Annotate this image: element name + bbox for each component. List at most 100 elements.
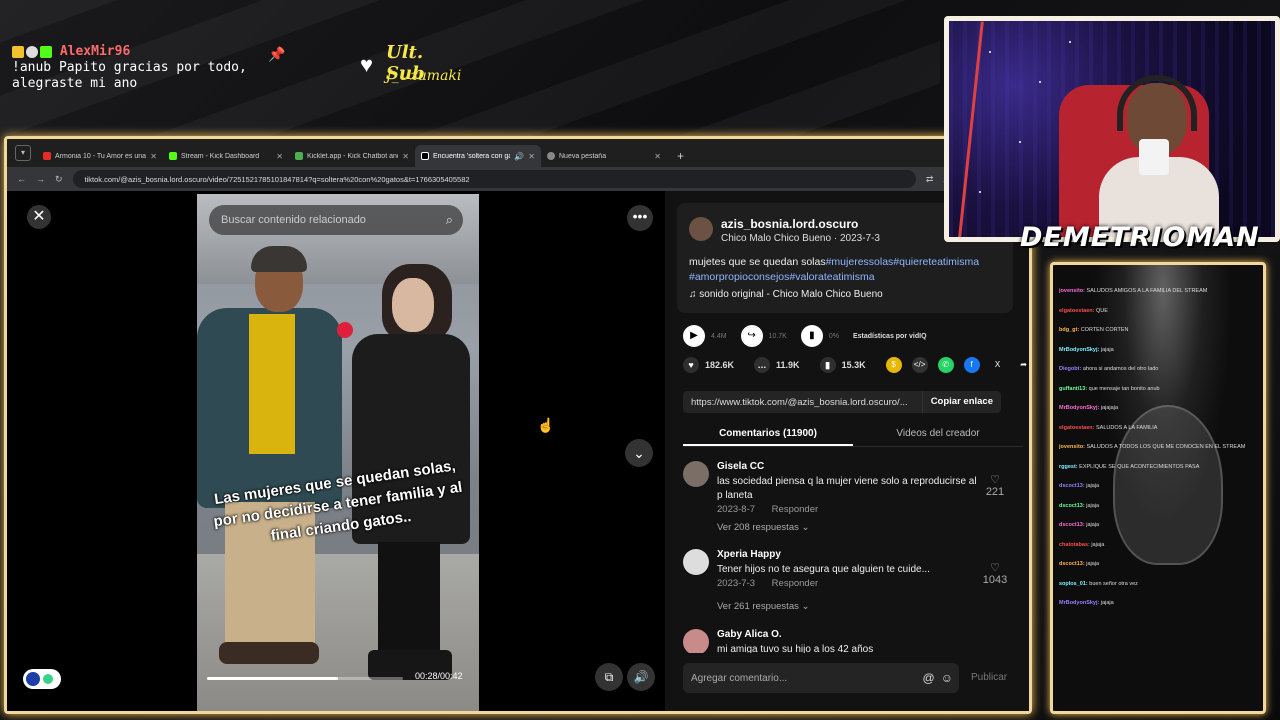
comment-item: Xperia Happy Tener hijos no te asegura q… bbox=[683, 549, 1013, 629]
reply-button[interactable]: Responder bbox=[772, 504, 818, 515]
share-arrow-icon[interactable]: ↪ bbox=[740, 325, 763, 347]
tab-favicon bbox=[421, 152, 429, 160]
commenter-avatar[interactable] bbox=[683, 461, 709, 487]
ext-label[interactable]: Estadísticas por vidIQ bbox=[853, 333, 927, 340]
chat-line-user[interactable]: jovensito: bbox=[1059, 444, 1087, 450]
view-replies-button[interactable]: Ver 261 respuestas ⌄ bbox=[717, 601, 809, 612]
video-progress-bar[interactable] bbox=[207, 677, 403, 680]
tab-search-icon[interactable]: ▾ bbox=[15, 145, 31, 161]
woman-face bbox=[392, 278, 434, 332]
likes-stat[interactable]: ♥ 182.6K bbox=[683, 357, 734, 373]
tab-title: Encuentra 'soltera con gat bbox=[433, 152, 511, 160]
close-icon[interactable]: ✕ bbox=[276, 152, 283, 161]
comment-meta: 2023-8-7 Responder bbox=[717, 504, 832, 515]
commenter-name[interactable]: Gaby Alica O. bbox=[717, 629, 782, 640]
embed-icon[interactable]: </> bbox=[911, 357, 928, 373]
chat-line-user[interactable]: dscoct13: bbox=[1059, 483, 1086, 489]
tab-comments[interactable]: Comentarios (11900) bbox=[683, 423, 853, 446]
sound-link[interactable]: ♫ sonido original - Chico Malo Chico Bue… bbox=[689, 289, 883, 300]
commenter-name[interactable]: Gisela CC bbox=[717, 461, 764, 472]
close-icon[interactable]: ✕ bbox=[402, 152, 409, 161]
commenter-name[interactable]: Xperia Happy bbox=[717, 549, 781, 560]
chat-line-user[interactable]: MrBodyonSkyj: bbox=[1059, 405, 1101, 411]
tab-creator-videos[interactable]: Videos del creador bbox=[853, 423, 1023, 446]
emoji-icon[interactable]: ☺ bbox=[941, 671, 953, 685]
chat-line-user[interactable]: chatotabas: bbox=[1059, 542, 1091, 548]
publish-button[interactable]: Publicar bbox=[971, 672, 1007, 683]
volume-button[interactable]: 🔊 bbox=[627, 663, 655, 691]
url-input[interactable]: tiktok.com/@azis_bosnia.lord.oscuro/vide… bbox=[72, 170, 916, 188]
next-video-button[interactable]: ⌄ bbox=[625, 439, 653, 467]
share-icon[interactable]: ➦ bbox=[1016, 357, 1029, 373]
new-tab-icon[interactable]: + bbox=[677, 149, 684, 163]
back-icon[interactable]: ← bbox=[17, 174, 26, 184]
chat-line-user[interactable]: jovensito: bbox=[1059, 288, 1087, 294]
author-name[interactable]: azis_bosnia.lord.oscuro bbox=[721, 217, 858, 231]
translate-icon[interactable]: ⇄ bbox=[926, 174, 934, 185]
tab-1[interactable]: Stream - Kick Dashboard ✕ bbox=[163, 145, 289, 167]
facebook-icon[interactable]: f bbox=[963, 357, 980, 373]
chat-line-user[interactable]: elgatoestaen: bbox=[1059, 308, 1096, 314]
author-avatar[interactable] bbox=[689, 217, 713, 241]
tab-0[interactable]: Armonia 10 - Tu Amor es una ✕ bbox=[37, 145, 163, 167]
tab-title: Kicklet.app - Kick Chatbot and bbox=[307, 152, 399, 160]
related-search-input[interactable]: Buscar contenido relacionado ⌕ bbox=[209, 205, 463, 235]
share-link-text[interactable]: https://www.tiktok.com/@azis_bosnia.lord… bbox=[691, 397, 922, 408]
pip-button[interactable]: ⧉ bbox=[595, 663, 623, 691]
chat-line-user[interactable]: elgatoestaen: bbox=[1059, 425, 1096, 431]
star-light bbox=[989, 51, 991, 53]
comment-input[interactable]: Agregar comentario... @ ☺ bbox=[683, 663, 959, 693]
bar-chart-icon[interactable]: ▮ bbox=[800, 325, 823, 347]
chat-line-user[interactable]: guffanti13: bbox=[1059, 386, 1089, 392]
close-icon[interactable]: ✕ bbox=[528, 152, 535, 161]
comment-like[interactable]: ♡ 221 bbox=[979, 473, 1011, 498]
comment-item: Gisela CC las sociedad piensa q la mujer… bbox=[683, 461, 1013, 541]
play-icon[interactable]: ▶ bbox=[683, 325, 705, 347]
chat-line-user[interactable]: rggest: bbox=[1059, 464, 1079, 470]
tab-2[interactable]: Kicklet.app - Kick Chatbot and ✕ bbox=[289, 145, 415, 167]
forward-icon[interactable]: → bbox=[36, 174, 45, 184]
commenter-avatar[interactable] bbox=[683, 549, 709, 575]
more-options-button[interactable]: ••• bbox=[627, 205, 653, 231]
video-frame[interactable]: Las mujeres que se quedan solas, por no … bbox=[197, 194, 479, 711]
tab-4[interactable]: Nueva pestaña ✕ bbox=[541, 145, 667, 167]
mention-icon[interactable]: @ bbox=[923, 671, 935, 685]
tab-3[interactable]: Encuentra 'soltera con gat 🔊 ✕ bbox=[415, 145, 541, 167]
hashtags-line[interactable]: #amorpropioconsejos#valorateatimisma bbox=[689, 271, 875, 283]
chat-line-user[interactable]: dscoct13: bbox=[1059, 503, 1086, 509]
chat-line-user[interactable]: Diegobt: bbox=[1059, 366, 1083, 372]
commenter-avatar[interactable] bbox=[683, 629, 709, 653]
extension-toggle[interactable] bbox=[23, 669, 61, 689]
copy-link-button[interactable]: Copiar enlace bbox=[921, 391, 1001, 413]
close-video-button[interactable]: ✕ bbox=[27, 205, 51, 229]
heart-icon: ♥ bbox=[360, 52, 374, 77]
chat-line-user[interactable]: soplos_01: bbox=[1059, 581, 1089, 587]
comment-icon: … bbox=[754, 357, 771, 373]
heart-outline-icon: ♡ bbox=[990, 562, 1000, 574]
chat-line-user[interactable]: MrBodyonSkyj: bbox=[1059, 347, 1101, 353]
author-meta: Chico Malo Chico Bueno · 2023-7-3 bbox=[721, 233, 880, 244]
close-icon[interactable]: ✕ bbox=[150, 152, 157, 161]
close-icon[interactable]: ✕ bbox=[654, 152, 661, 161]
view-replies-button[interactable]: Ver 208 respuestas ⌄ bbox=[717, 522, 809, 533]
chat-line-user[interactable]: dscoct13: bbox=[1059, 522, 1086, 528]
chat-line-user[interactable]: MrBodyonSkyj: bbox=[1059, 600, 1101, 606]
hashtags-line[interactable]: #mujeressolas#quiereteatimisma bbox=[826, 256, 980, 268]
speaker-icon[interactable]: 🔊 bbox=[514, 152, 524, 161]
comments-stat[interactable]: … 11.9K bbox=[754, 357, 800, 373]
toggle-dot-icon bbox=[43, 674, 53, 684]
whatsapp-icon[interactable]: ✆ bbox=[937, 357, 954, 373]
reply-button[interactable]: Responder bbox=[772, 578, 818, 589]
x-icon[interactable]: X bbox=[990, 357, 1006, 373]
comment-like[interactable]: ♡ 1043 bbox=[979, 561, 1011, 586]
address-bar: ← → ↻ tiktok.com/@azis_bosnia.lord.oscur… bbox=[7, 167, 1029, 191]
chat-line-user[interactable]: dscoct13: bbox=[1059, 561, 1086, 567]
saves-stat[interactable]: ▮ 15.3K bbox=[819, 357, 866, 373]
search-icon[interactable]: ⌕ bbox=[446, 212, 453, 228]
chat-line: jovensito: SALUDOS AMIGOS A LA FAMILIA D… bbox=[1059, 285, 1259, 297]
gift-badge-icon bbox=[40, 45, 52, 58]
reload-icon[interactable]: ↻ bbox=[55, 174, 63, 185]
chat-line-user[interactable]: bdg_gt: bbox=[1059, 327, 1081, 333]
comments-count: 11.9K bbox=[776, 360, 800, 370]
coin-icon[interactable]: $ bbox=[885, 357, 902, 373]
